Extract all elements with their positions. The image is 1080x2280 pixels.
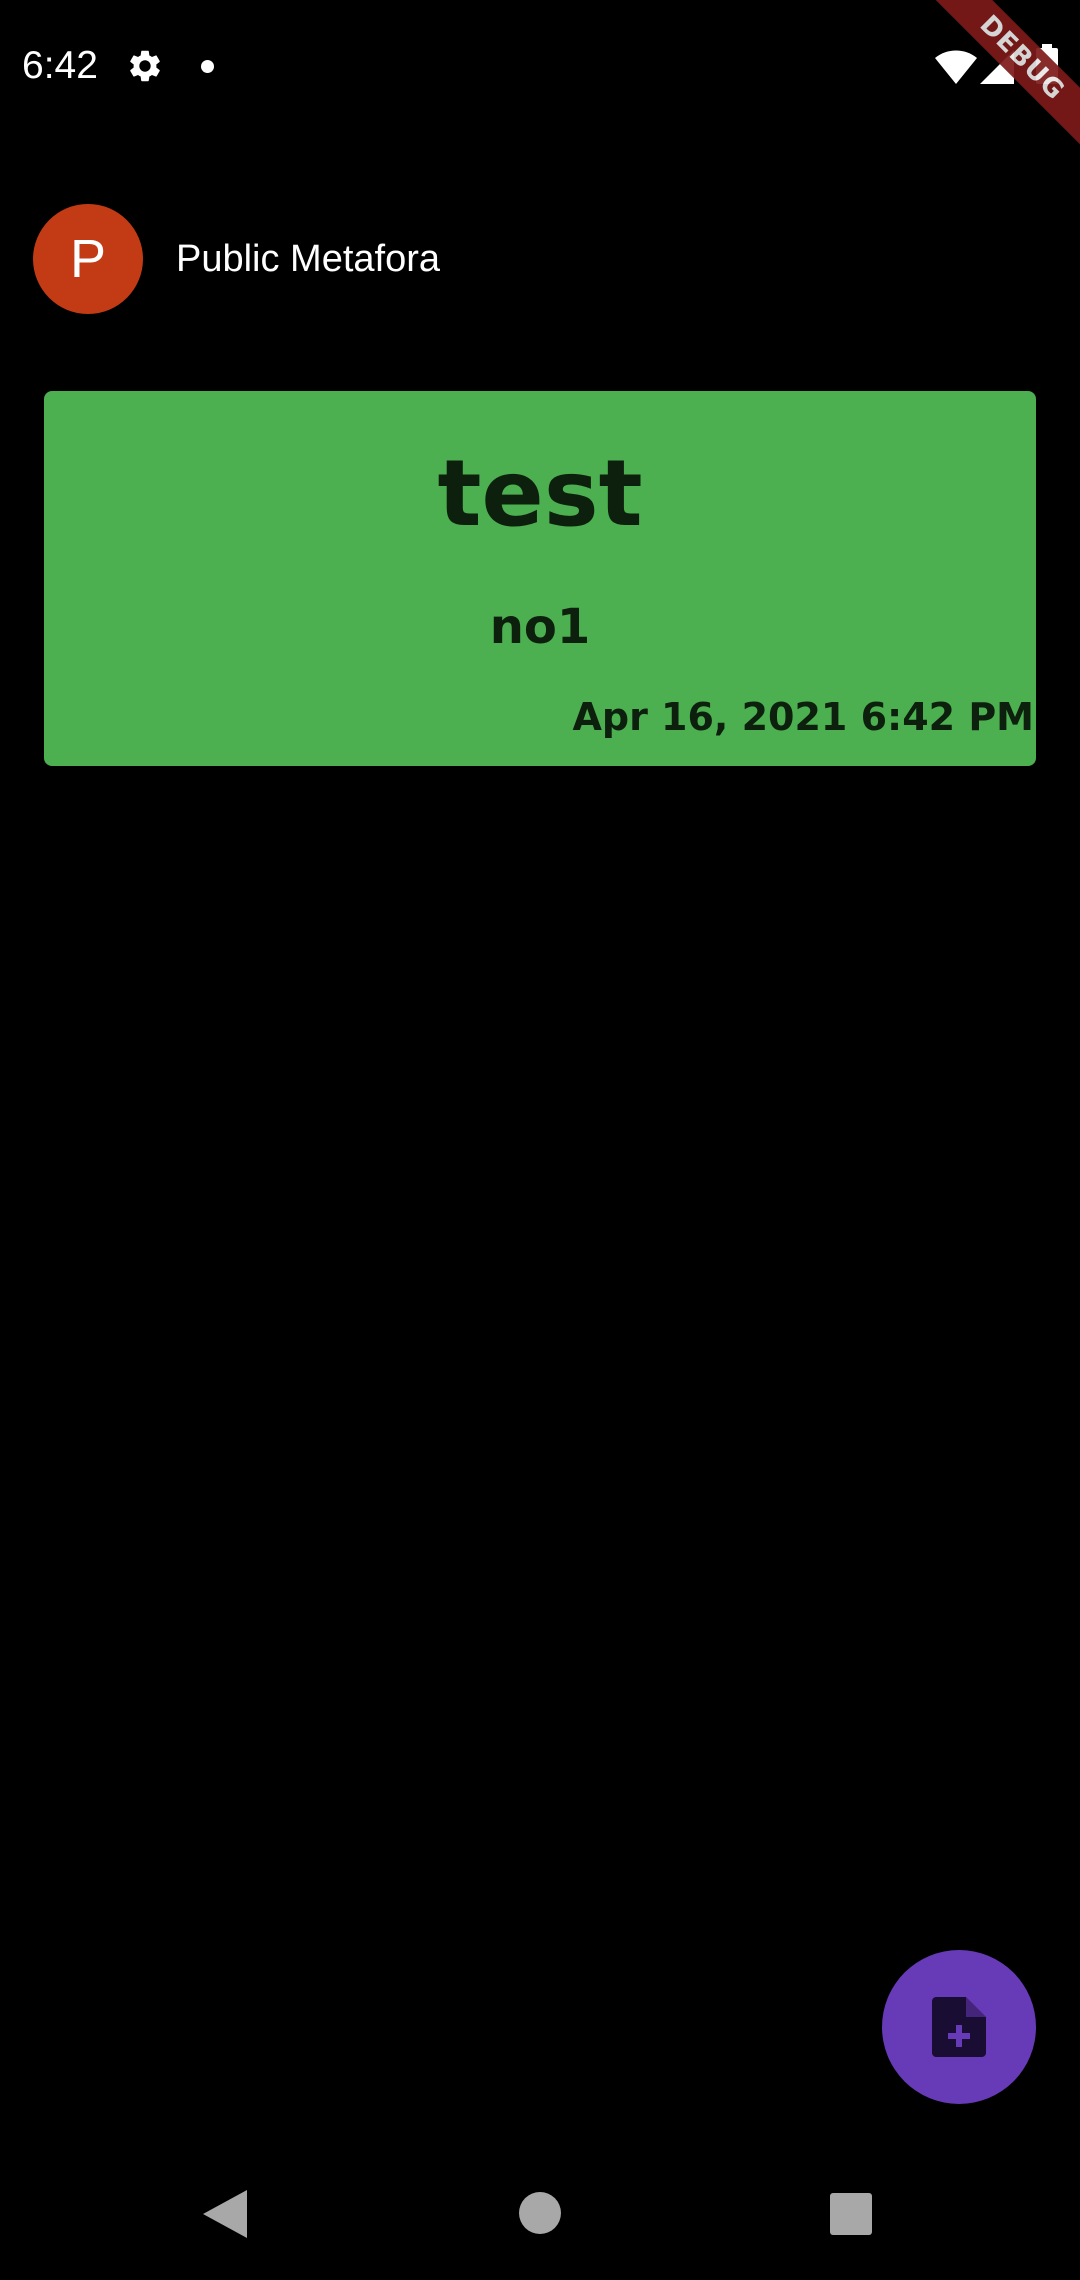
home-icon[interactable] bbox=[519, 2192, 561, 2234]
avatar[interactable]: P bbox=[33, 204, 143, 314]
notification-dot-icon bbox=[201, 60, 214, 73]
page-title: Public Metafora bbox=[176, 238, 441, 280]
note-card[interactable]: test no1 Apr 16, 2021 6:42 PM bbox=[44, 391, 1036, 766]
status-bar: 6:42 bbox=[0, 0, 1080, 140]
note-title: test bbox=[437, 440, 643, 547]
status-time: 6:42 bbox=[22, 44, 98, 87]
app-screen: 6:42 DEBUG P Public Metafora test no1 Ap… bbox=[0, 0, 1080, 2280]
back-icon[interactable] bbox=[203, 2190, 247, 2238]
gear-icon bbox=[130, 50, 160, 82]
wifi-icon bbox=[935, 50, 977, 84]
note-date: Apr 16, 2021 6:42 PM bbox=[572, 695, 1034, 739]
note-body: no1 bbox=[489, 599, 591, 655]
add-note-button[interactable] bbox=[882, 1950, 1036, 2104]
note-add-icon bbox=[932, 1997, 986, 2057]
recents-icon[interactable] bbox=[830, 2193, 872, 2235]
